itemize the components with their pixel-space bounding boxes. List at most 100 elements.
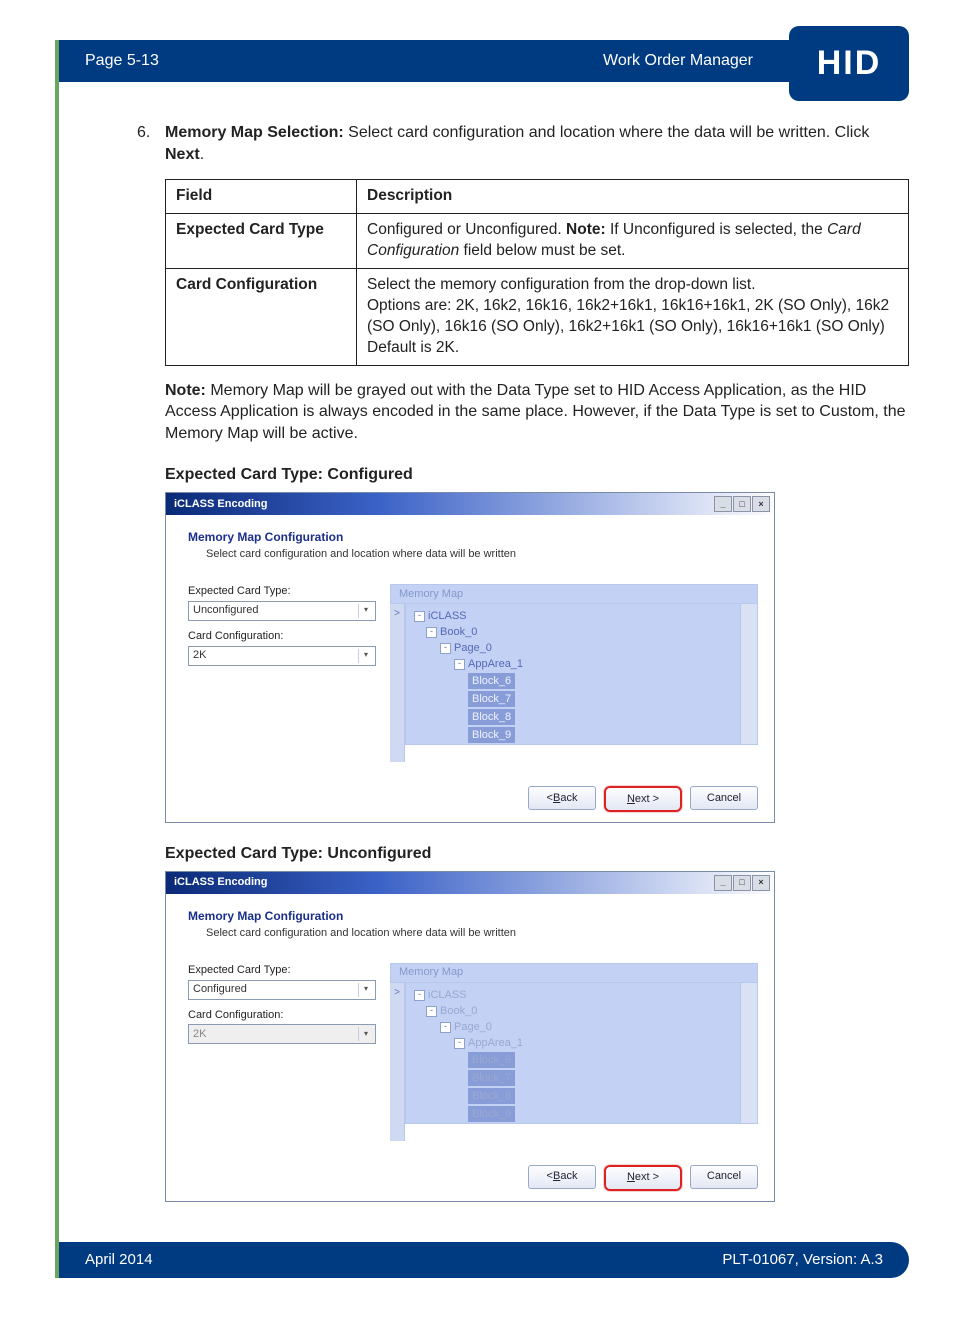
- window-title: iCLASS Encoding: [174, 875, 268, 890]
- tree-expander-icon: -: [440, 1022, 451, 1033]
- footer-date: April 2014: [85, 1251, 153, 1268]
- expected-card-type-combo[interactable]: Configured ▾: [188, 980, 376, 1000]
- th-description: Description: [357, 180, 909, 214]
- desc-text: field below must be set.: [459, 242, 625, 259]
- window-title: iCLASS Encoding: [174, 497, 268, 512]
- page-number: Page 5-13: [85, 52, 159, 70]
- document-title: Work Order Manager: [603, 52, 753, 70]
- card-configuration-label: Card Configuration:: [188, 1008, 378, 1023]
- window-minimize-button[interactable]: _: [714, 875, 732, 891]
- step-text-1: Select card configuration and location w…: [344, 124, 870, 141]
- back-button[interactable]: < Back: [528, 786, 596, 810]
- window-close-button[interactable]: ×: [752, 875, 770, 891]
- desc-note-label: Note:: [566, 221, 606, 238]
- tree-node[interactable]: -Book_0: [426, 624, 757, 640]
- hid-logo: HID: [789, 26, 909, 101]
- card-configuration-combo: 2K ▾: [188, 1024, 376, 1044]
- tree-node[interactable]: -iCLASS: [414, 608, 757, 624]
- table-row: Expected Card Type Configured or Unconfi…: [166, 214, 909, 269]
- cell-desc: Select the memory configuration from the…: [357, 268, 909, 365]
- scrollbar[interactable]: [740, 604, 757, 744]
- desc-line: Default is 2K.: [367, 338, 898, 359]
- tree-block[interactable]: Block_8: [468, 709, 515, 725]
- tree-node[interactable]: -Page_0: [440, 640, 757, 656]
- memory-map-tree: -iCLASS -Book_0 -Page_0 -AppArea_1 Block…: [405, 983, 758, 1124]
- dialog-subheading: Select card configuration and location w…: [206, 926, 758, 941]
- app-window: iCLASS Encoding _ □ × Memory Map Configu…: [165, 871, 775, 1202]
- window-maximize-button[interactable]: □: [733, 496, 751, 512]
- window-close-button[interactable]: ×: [752, 496, 770, 512]
- tree-node: -Page_0: [440, 1019, 757, 1035]
- back-button[interactable]: < Back: [528, 1165, 596, 1189]
- window-minimize-button[interactable]: _: [714, 496, 732, 512]
- tree-node: -Book_0: [426, 1003, 757, 1019]
- note-paragraph: Note: Memory Map will be grayed out with…: [165, 380, 909, 445]
- tree-node: -AppArea_1: [454, 1035, 757, 1051]
- table-row: Card Configuration Select the memory con…: [166, 268, 909, 365]
- combo-value: 2K: [193, 1027, 206, 1042]
- dialog-heading: Memory Map Configuration: [188, 908, 758, 924]
- dialog-subheading: Select card configuration and location w…: [206, 547, 758, 562]
- tree-expander-icon: -: [426, 1006, 437, 1017]
- window-titlebar: iCLASS Encoding _ □ ×: [166, 872, 774, 894]
- cell-desc: Configured or Unconfigured. Note: If Unc…: [357, 214, 909, 269]
- scrollbar[interactable]: [740, 983, 757, 1123]
- card-configuration-label: Card Configuration:: [188, 629, 378, 644]
- tree-block: Block_6: [468, 1052, 515, 1068]
- next-button[interactable]: Next >: [604, 786, 682, 812]
- note-text: Memory Map will be grayed out with the D…: [165, 382, 906, 442]
- desc-line: Options are: 2K, 16k2, 16k16, 16k2+16k1,…: [367, 296, 898, 338]
- expected-card-type-label: Expected Card Type:: [188, 584, 378, 599]
- cell-field: Card Configuration: [166, 268, 357, 365]
- cancel-button[interactable]: Cancel: [690, 1165, 758, 1189]
- page-content: 6. Memory Map Selection: Select card con…: [55, 82, 909, 1242]
- cell-field: Expected Card Type: [166, 214, 357, 269]
- desc-text: Configured or Unconfigured.: [367, 221, 566, 238]
- th-field: Field: [166, 180, 357, 214]
- field-description-table: Field Description Expected Card Type Con…: [165, 179, 909, 365]
- left-accent-bar: [55, 40, 59, 1278]
- combo-value: Unconfigured: [193, 603, 258, 618]
- step-title: Memory Map Selection:: [165, 124, 344, 141]
- tree-block[interactable]: Block_7: [468, 691, 515, 707]
- chevron-down-icon: ▾: [358, 1027, 373, 1041]
- subsection-heading: Expected Card Type: Configured: [165, 464, 909, 486]
- next-button[interactable]: Next >: [604, 1165, 682, 1191]
- subsection-heading: Expected Card Type: Unconfigured: [165, 843, 909, 865]
- memory-map-tree[interactable]: -iCLASS -Book_0 -Page_0 -AppArea_1 Block…: [405, 604, 758, 745]
- expected-card-type-label: Expected Card Type:: [188, 963, 378, 978]
- tree-node[interactable]: -AppArea_1: [454, 656, 757, 672]
- card-configuration-combo[interactable]: 2K ▾: [188, 646, 376, 666]
- tree-block[interactable]: Block_6: [468, 673, 515, 689]
- step-number: 6.: [137, 122, 150, 144]
- footer-doc-id: PLT-01067, Version: A.3: [722, 1251, 883, 1268]
- chevron-down-icon: ▾: [358, 604, 373, 618]
- memory-map-header: Memory Map: [390, 584, 758, 604]
- tree-expander-icon[interactable]: -: [454, 659, 465, 670]
- desc-line: Select the memory configuration from the…: [367, 275, 898, 296]
- step-next-word: Next: [165, 146, 200, 163]
- chevron-down-icon: ▾: [358, 983, 373, 997]
- chevron-down-icon: ▾: [358, 649, 373, 663]
- tree-block: Block_9: [468, 1106, 515, 1122]
- note-label: Note:: [165, 382, 206, 399]
- tree-node: -iCLASS: [414, 987, 757, 1003]
- cancel-button[interactable]: Cancel: [690, 786, 758, 810]
- step-period: .: [200, 146, 204, 163]
- memory-map-header: Memory Map: [390, 963, 758, 983]
- tree-expander-icon[interactable]: -: [426, 627, 437, 638]
- tree-expander-icon[interactable]: -: [440, 643, 451, 654]
- tree-block[interactable]: Block_9: [468, 727, 515, 743]
- expected-card-type-combo[interactable]: Unconfigured ▾: [188, 601, 376, 621]
- app-window: iCLASS Encoding _ □ × Memory Map Configu…: [165, 492, 775, 823]
- tree-expander-icon: -: [414, 990, 425, 1001]
- desc-text: If Unconfigured is selected, the: [606, 221, 827, 238]
- page-footer: April 2014 PLT-01067, Version: A.3: [59, 1242, 909, 1278]
- window-titlebar: iCLASS Encoding _ □ ×: [166, 493, 774, 515]
- tree-gutter: >: [390, 983, 405, 1141]
- tree-block: Block_7: [468, 1070, 515, 1086]
- tree-expander-icon[interactable]: -: [414, 611, 425, 622]
- window-maximize-button[interactable]: □: [733, 875, 751, 891]
- tree-expander-icon: -: [454, 1038, 465, 1049]
- tree-gutter: >: [390, 604, 405, 762]
